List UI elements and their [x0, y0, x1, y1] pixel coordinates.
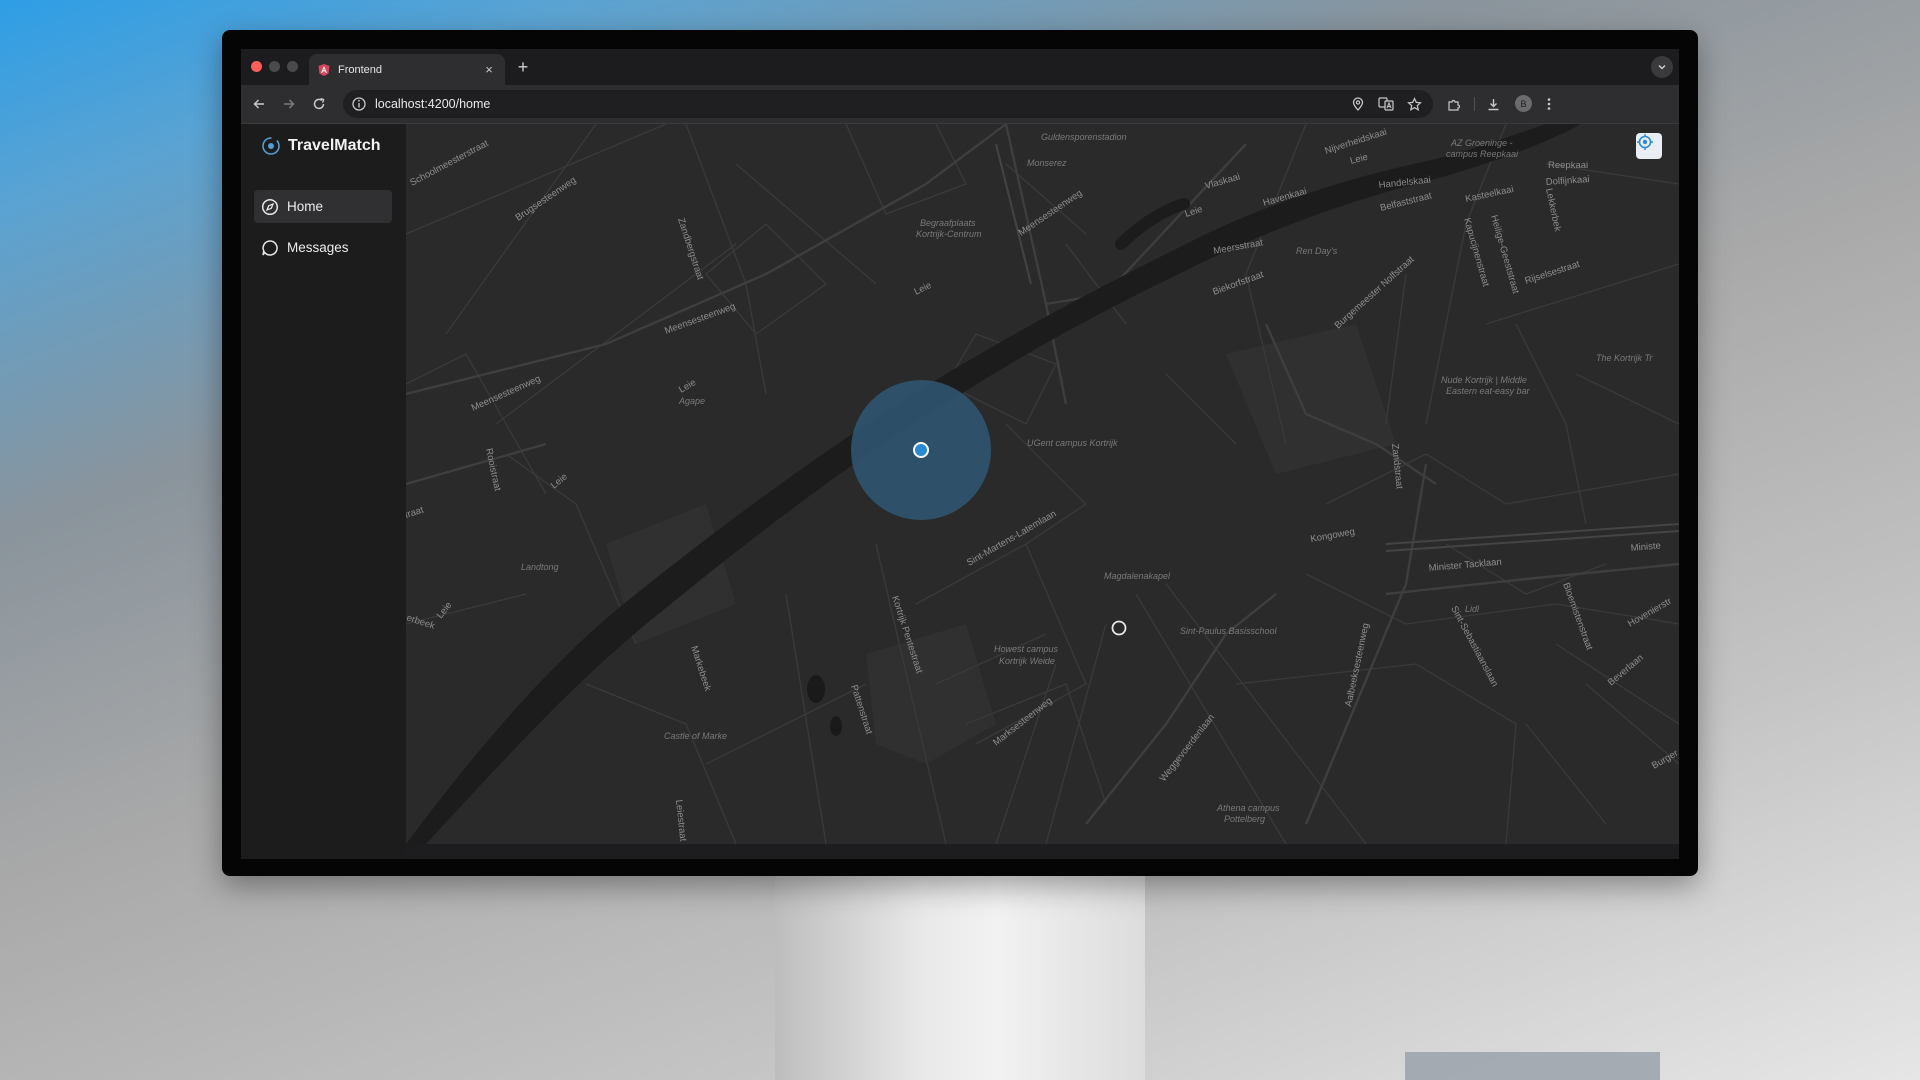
toolbar-divider: [1474, 97, 1475, 111]
svg-text:Lidl: Lidl: [1465, 604, 1480, 614]
svg-text:AZ Groeninge -: AZ Groeninge -: [1450, 138, 1513, 148]
sidebar: TravelMatch Home Messages: [241, 124, 406, 859]
sidebar-item-home[interactable]: Home: [254, 190, 392, 223]
svg-text:Sint-Paulus Basisschool: Sint-Paulus Basisschool: [1180, 626, 1278, 636]
location-pin-icon[interactable]: [1349, 95, 1367, 113]
svg-text:Agape: Agape: [678, 396, 705, 406]
site-info-icon[interactable]: [351, 96, 367, 112]
svg-text:Howest campus: Howest campus: [994, 644, 1059, 654]
recenter-location-button[interactable]: [1636, 133, 1662, 159]
forward-arrow-icon[interactable]: [279, 94, 299, 114]
brand-logo-icon: [261, 136, 281, 156]
map-view[interactable]: Guldensporenstadion Schoolmeesterstraat …: [406, 124, 1679, 844]
svg-text:Magdalenakapel: Magdalenakapel: [1104, 571, 1171, 581]
svg-text:UGent campus Kortrijk: UGent campus Kortrijk: [1027, 438, 1118, 448]
browser-toolbar: localhost:4200/home B: [241, 85, 1679, 124]
svg-text:Ren Day's: Ren Day's: [1296, 246, 1338, 256]
url-text[interactable]: localhost:4200/home: [375, 97, 1349, 111]
browser-tab[interactable]: Frontend ×: [309, 54, 505, 85]
address-bar[interactable]: localhost:4200/home: [343, 90, 1433, 118]
reload-icon[interactable]: [309, 94, 329, 114]
app-content: TravelMatch Home Messages Guldensporenst…: [241, 124, 1679, 859]
svg-text:Reepkaai: Reepkaai: [1548, 160, 1588, 171]
tab-search-chevron-icon[interactable]: [1651, 56, 1673, 78]
svg-text:Begraafplaats: Begraafplaats: [920, 218, 976, 228]
brand-name: TravelMatch: [288, 137, 381, 154]
tab-title: Frontend: [338, 63, 383, 76]
current-location-marker[interactable]: [913, 442, 929, 458]
svg-text:Nude Kortrijk | Middle: Nude Kortrijk | Middle: [1441, 375, 1527, 385]
sidebar-item-messages[interactable]: Messages: [254, 231, 392, 264]
bookmark-star-icon[interactable]: [1405, 95, 1423, 113]
angular-favicon-icon: [317, 63, 331, 77]
svg-text:Monserez: Monserez: [1027, 158, 1067, 168]
svg-text:Pottelberg: Pottelberg: [1224, 814, 1265, 824]
chat-bubble-icon: [261, 239, 279, 257]
svg-text:The Kortrijk Tr: The Kortrijk Tr: [1596, 353, 1653, 363]
sidebar-item-label: Home: [287, 199, 324, 214]
pond-icon: [807, 675, 825, 703]
extensions-puzzle-icon[interactable]: [1444, 94, 1464, 114]
pond-icon: [830, 716, 842, 736]
tab-bar: Frontend × +: [241, 49, 1679, 85]
profile-avatar[interactable]: B: [1515, 95, 1532, 112]
sidebar-item-label: Messages: [287, 240, 349, 255]
svg-text:Guldensporenstadion: Guldensporenstadion: [1041, 132, 1127, 142]
back-arrow-icon[interactable]: [249, 94, 269, 114]
svg-text:Kortrijk-Centrum: Kortrijk-Centrum: [916, 229, 982, 239]
window-zoom-button[interactable]: [287, 61, 298, 72]
brand[interactable]: TravelMatch: [261, 134, 380, 158]
svg-text:Athena campus: Athena campus: [1216, 803, 1280, 813]
svg-text:Kortrijk Weide: Kortrijk Weide: [999, 656, 1055, 666]
monitor-bezel: Frontend × + localhost:4200/home B Trave…: [222, 30, 1698, 876]
window-close-button[interactable]: [251, 61, 262, 72]
compass-icon: [261, 198, 279, 216]
tab-close-icon[interactable]: ×: [481, 62, 497, 78]
more-menu-icon[interactable]: [1539, 94, 1559, 114]
download-icon[interactable]: [1483, 94, 1503, 114]
svg-text:Landtong: Landtong: [521, 562, 559, 572]
window-minimize-button[interactable]: [269, 61, 280, 72]
browser-window: Frontend × + localhost:4200/home B Trave…: [241, 49, 1679, 859]
svg-text:campus Reepkaai: campus Reepkaai: [1446, 149, 1519, 159]
monitor-stand: [775, 876, 1145, 1080]
map-canvas[interactable]: Guldensporenstadion Schoolmeesterstraat …: [406, 124, 1679, 844]
svg-text:Castle of Marke: Castle of Marke: [664, 731, 727, 741]
svg-text:Eastern eat-easy bar: Eastern eat-easy bar: [1446, 386, 1531, 396]
crosshair-icon: [1637, 134, 1653, 150]
stand-base-shadow: [1405, 1052, 1660, 1080]
translate-icon[interactable]: [1377, 95, 1395, 113]
new-tab-button[interactable]: +: [513, 57, 533, 77]
